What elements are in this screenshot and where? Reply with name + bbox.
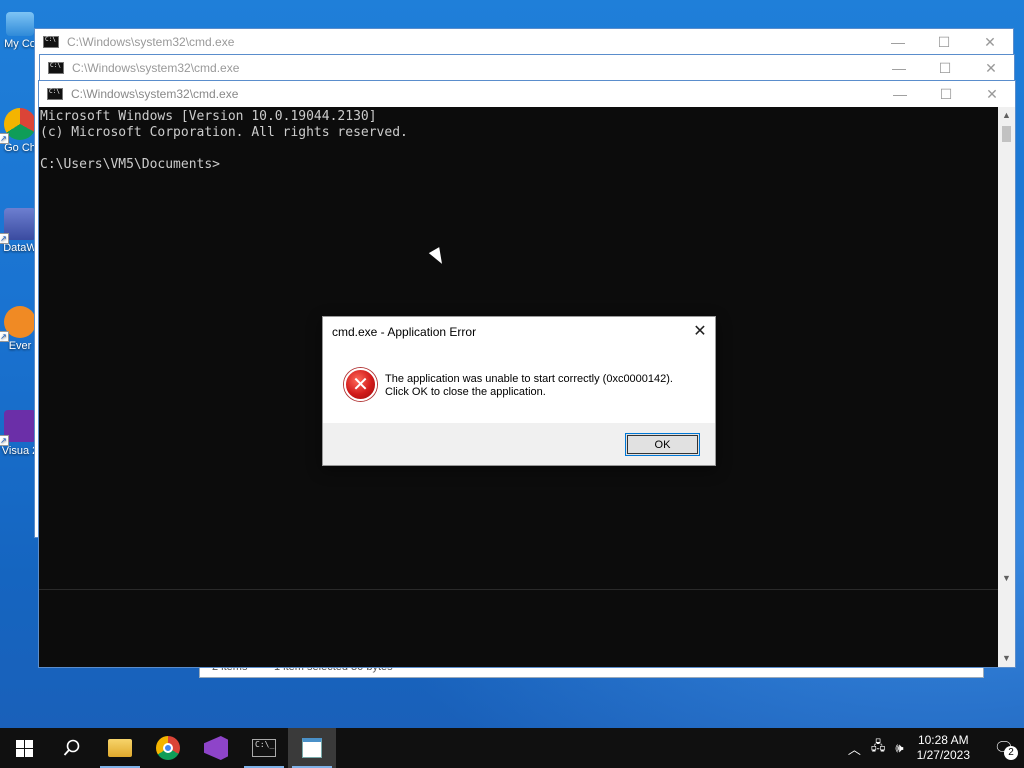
network-icon[interactable]: 🖧 — [871, 737, 886, 759]
taskbar: C:\_ ︿ 🖧 🕪 10:28 AM 1/27/2023 🗨 2 — [0, 728, 1024, 768]
vertical-scrollbar[interactable]: ▲ ▼ ▼ — [998, 107, 1015, 667]
chrome-icon — [156, 736, 180, 760]
clock[interactable]: 10:28 AM 1/27/2023 — [917, 733, 970, 763]
search-button[interactable] — [48, 728, 96, 768]
scroll-down-arrow-icon[interactable]: ▼ — [998, 570, 1015, 587]
visual-studio-icon — [204, 736, 228, 760]
dialog-footer: OK — [323, 423, 715, 465]
volume-icon[interactable]: 🕪 — [895, 740, 903, 756]
shortcut-arrow-icon: ↗ — [0, 435, 9, 446]
maximize-button[interactable]: ☐ — [922, 55, 968, 81]
start-button[interactable] — [0, 728, 48, 768]
close-button[interactable]: ✕ — [967, 29, 1013, 55]
close-button[interactable]: ✕ — [969, 81, 1015, 107]
search-icon — [63, 739, 80, 756]
cmd-titlebar[interactable]: C:\Windows\system32\cmd.exe — ☐ ✕ — [35, 29, 1013, 55]
taskbar-cmd[interactable]: C:\_ — [240, 728, 288, 768]
dialog-message: The application was unable to start corr… — [385, 373, 673, 399]
dialog-close-button[interactable]: ✕ — [685, 317, 715, 345]
close-button[interactable]: ✕ — [968, 55, 1014, 81]
application-error-dialog[interactable]: cmd.exe - Application Error ✕ ✕ The appl… — [322, 316, 716, 466]
ok-button[interactable]: OK — [625, 433, 700, 456]
cmd-titlebar[interactable]: C:\Windows\system32\cmd.exe — ☐ ✕ — [39, 81, 1015, 107]
shortcut-arrow-icon: ↗ — [0, 133, 9, 144]
action-center-button[interactable]: 🗨 2 — [984, 728, 1024, 768]
window-title: C:\Windows\system32\cmd.exe — [67, 35, 235, 49]
shortcut-arrow-icon: ↗ — [0, 331, 9, 342]
everything-icon: ↗ — [0, 306, 36, 342]
console-lower-pane — [39, 589, 998, 667]
taskbar-visual-studio[interactable] — [192, 728, 240, 768]
cmd-icon: C:\_ — [252, 739, 276, 757]
taskbar-google-chrome[interactable] — [144, 728, 192, 768]
system-tray: ︿ 🖧 🕪 10:28 AM 1/27/2023 🗨 2 — [843, 728, 1024, 768]
clock-date: 1/27/2023 — [916, 748, 970, 762]
window-title: C:\Windows\system32\cmd.exe — [71, 87, 239, 101]
notification-count-badge: 2 — [1004, 746, 1018, 760]
visual-studio-icon: ↗ — [0, 410, 36, 446]
chevron-up-icon[interactable]: ︿ — [848, 739, 861, 758]
datawrangler-icon: ↗ — [0, 208, 36, 244]
window-title: C:\Windows\system32\cmd.exe — [72, 61, 240, 75]
cmd-app-icon — [43, 36, 59, 48]
clock-time: 10:28 AM — [917, 733, 969, 747]
taskbar-file-explorer[interactable] — [96, 728, 144, 768]
dialog-message-line: Click OK to close the application. — [385, 386, 546, 398]
taskbar-notepad[interactable] — [288, 728, 336, 768]
minimize-button[interactable]: — — [877, 81, 923, 107]
cmd-app-icon — [47, 88, 63, 100]
cmd-titlebar[interactable]: C:\Windows\system32\cmd.exe — ☐ ✕ — [40, 55, 1014, 81]
maximize-button[interactable]: ☐ — [921, 29, 967, 55]
maximize-button[interactable]: ☐ — [923, 81, 969, 107]
folder-icon — [108, 739, 132, 757]
scroll-down-arrow-icon[interactable]: ▼ — [998, 650, 1015, 667]
minimize-button[interactable]: — — [876, 55, 922, 81]
notepad-icon — [302, 738, 322, 758]
dialog-title: cmd.exe - Application Error — [332, 325, 477, 339]
close-icon: ✕ — [693, 323, 707, 340]
windows-logo-icon — [15, 739, 33, 757]
chrome-icon: ↗ — [0, 108, 36, 144]
computer-icon — [6, 12, 34, 36]
shortcut-arrow-icon: ↗ — [0, 233, 9, 244]
scroll-up-arrow-icon[interactable]: ▲ — [998, 107, 1015, 124]
dialog-message-line: The application was unable to start corr… — [385, 373, 673, 385]
error-icon: ✕ — [344, 368, 377, 401]
minimize-button[interactable]: — — [875, 29, 921, 55]
scroll-thumb[interactable] — [1002, 126, 1011, 142]
cmd-app-icon — [48, 62, 64, 74]
